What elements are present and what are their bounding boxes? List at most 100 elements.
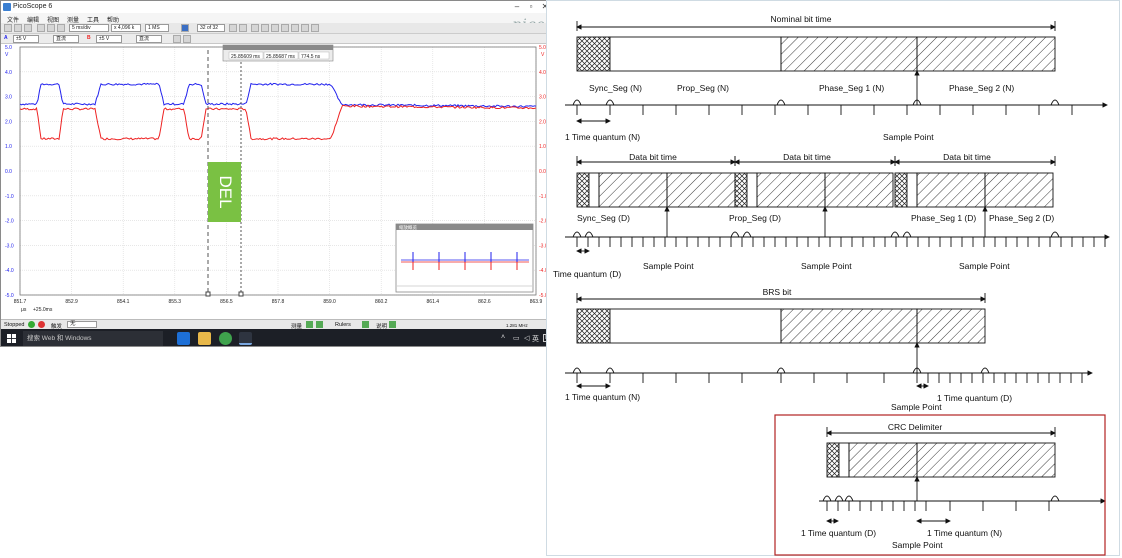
bit-timing-diagram: Nominal bit time Sync_Seg (N) Prop_Seg (… [546, 0, 1120, 556]
ruler-readout: 25.85609 ms 25.85687 ms 774.5 ns [222, 44, 334, 62]
prop-seg-d-label: Prop_Seg (D) [729, 213, 781, 223]
rulers-icon[interactable] [362, 321, 369, 328]
open-icon[interactable] [37, 24, 45, 32]
rulers-label: Rulers [335, 322, 351, 328]
zoom-out-icon[interactable] [281, 24, 289, 32]
zoom-overview[interactable]: 缩放概览 [395, 223, 534, 293]
overview-icon[interactable] [239, 24, 247, 32]
data-bit-time-label-2: Data bit time [783, 152, 831, 162]
notes-icon[interactable] [389, 321, 396, 328]
channel-b-range[interactable]: ±5 V [96, 35, 122, 43]
phase-seg2-d-block [824, 172, 894, 208]
edge-icon[interactable] [177, 332, 190, 345]
sync-edge-bump [572, 231, 582, 238]
phase-seg2-d-block [666, 172, 736, 208]
scope-graph[interactable]: 5.04.03.02.01.00.0-1.0-2.0-3.0-4.0-5.05.… [1, 44, 553, 319]
run-state: Stopped [4, 322, 25, 328]
sync-edge-bump [584, 231, 594, 238]
phase-seg1-d-block [916, 172, 986, 208]
trigger-mode-select[interactable]: 无 [67, 321, 97, 328]
sync-edge-bump [572, 99, 582, 106]
explorer-icon[interactable] [198, 332, 211, 345]
x-tick-label: 852.9 [65, 299, 78, 305]
tray-arrow-icon[interactable]: ˄ [501, 334, 505, 341]
y-tick-left: -1.0 [5, 194, 14, 200]
sync-edge-bump [730, 231, 740, 238]
phase-seg1-d-block [598, 172, 668, 208]
sample-point-label-4: Sample Point [959, 261, 1010, 271]
sync-seg-d-block [734, 172, 748, 208]
x-unit: μs [21, 307, 27, 313]
zoom-fit-icon[interactable] [291, 24, 299, 32]
channel-toolbar: A ±5 V 直流 B ±5 V 直流 [1, 34, 552, 44]
ime-indicator[interactable]: 英 [532, 334, 539, 344]
hand-icon[interactable] [261, 24, 269, 32]
volume-icon[interactable]: ◁ [524, 334, 529, 342]
ruler-time-2: 25.85687 ms [266, 54, 295, 60]
scope-mode-icon[interactable] [4, 24, 12, 32]
channel-a-coupling[interactable]: 直流 [53, 35, 79, 43]
samples-select[interactable]: 1 MS [145, 24, 169, 32]
app-green-icon[interactable] [219, 332, 232, 345]
sync-seg-d-block [576, 172, 590, 208]
y-tick-left: -3.0 [5, 243, 14, 249]
sync-edge-bump [572, 367, 582, 374]
edit-measurement-icon[interactable] [316, 321, 323, 328]
ruler-1-handle[interactable] [205, 291, 211, 297]
windows-start-icon[interactable] [7, 334, 16, 343]
timebase-select[interactable]: 5 ms/div [69, 24, 109, 32]
sync-edge-bump [822, 495, 832, 502]
sync-edge-bump [776, 99, 786, 106]
sample-point-label-3: Sample Point [801, 261, 852, 271]
sync-edge-bump [776, 367, 786, 374]
save-icon[interactable] [47, 24, 55, 32]
scope-view[interactable]: 5.0 4.0 3.0 2.0 1.0 0.0 -1.0 -2.0 -3.0 -4.0 -5.0 5.… [1, 44, 553, 319]
network-icon[interactable]: ▭ [513, 334, 520, 342]
settings-icon[interactable] [57, 24, 65, 32]
maximize-button[interactable]: ▫ [524, 2, 538, 12]
run-button[interactable] [28, 321, 35, 328]
time-quantum-d-label: Time quantum (D) [553, 269, 621, 279]
math-icon[interactable] [183, 35, 191, 43]
crc-phase2-block [916, 442, 1056, 478]
capture-index: 32 of 32 [197, 24, 225, 32]
phase-seg1-n-block [780, 36, 918, 72]
picoscope-window: PicoScope 6 – ▫ ✕ 文件 编辑 视图 测量 工具 帮助 pico… [0, 0, 553, 347]
sample-point-label-6: Sample Point [892, 540, 943, 550]
brs-prop-block [609, 308, 782, 344]
sync-edge-bump [605, 99, 615, 106]
channel-a-range[interactable]: ±5 V [13, 35, 39, 43]
status-bar: Stopped 触发 无 测量 Rulers 说明 1.281 MHz [1, 319, 552, 330]
stop-button[interactable] [38, 321, 45, 328]
crc-sync-block [826, 442, 840, 478]
taskbar-search[interactable]: 搜索 Web 和 Windows [23, 331, 163, 346]
channel-b-coupling[interactable]: 直流 [136, 35, 162, 43]
zoom-field[interactable]: x 4,096 k [111, 24, 141, 32]
overview-title: 缩放概览 [399, 224, 417, 231]
zoom-in-icon[interactable] [271, 24, 279, 32]
persistence-icon[interactable] [24, 24, 32, 32]
sample-point-label-2: Sample Point [643, 261, 694, 271]
picoscope-taskbar-icon[interactable] [239, 332, 252, 345]
add-measurement-icon[interactable] [306, 321, 313, 328]
menu-bar: 文件 编辑 视图 测量 工具 帮助 [1, 13, 552, 24]
zoom-to-icon[interactable] [311, 24, 319, 32]
prev-capture-icon[interactable] [181, 24, 189, 32]
bit-timing-svg: Nominal bit time Sync_Seg (N) Prop_Seg (… [553, 14, 1110, 556]
pointer-icon[interactable] [251, 24, 259, 32]
next-capture-icon[interactable] [229, 24, 237, 32]
sync-edge-bump [890, 231, 900, 238]
data-bit-time-label-3: Data bit time [943, 152, 991, 162]
spectrum-mode-icon[interactable] [14, 24, 22, 32]
undo-zoom-icon[interactable] [301, 24, 309, 32]
minimize-button[interactable]: – [510, 2, 524, 12]
x-tick-label: 863.9 [530, 299, 543, 305]
sync-edge-bump [980, 367, 990, 374]
windows-taskbar: 搜索 Web 和 Windows ˄ ▭ ◁ 英 M [1, 329, 552, 346]
probe-icon[interactable] [173, 35, 181, 43]
ruler-2-handle[interactable] [238, 291, 244, 297]
screenshot-root: { "window": { "title": "PicoScope 6", "m… [0, 0, 1122, 558]
y-tick-left: 3.0 [5, 95, 12, 101]
prop-seg-d-block [588, 172, 600, 208]
sample-point-label-1: Sample Point [883, 132, 934, 142]
